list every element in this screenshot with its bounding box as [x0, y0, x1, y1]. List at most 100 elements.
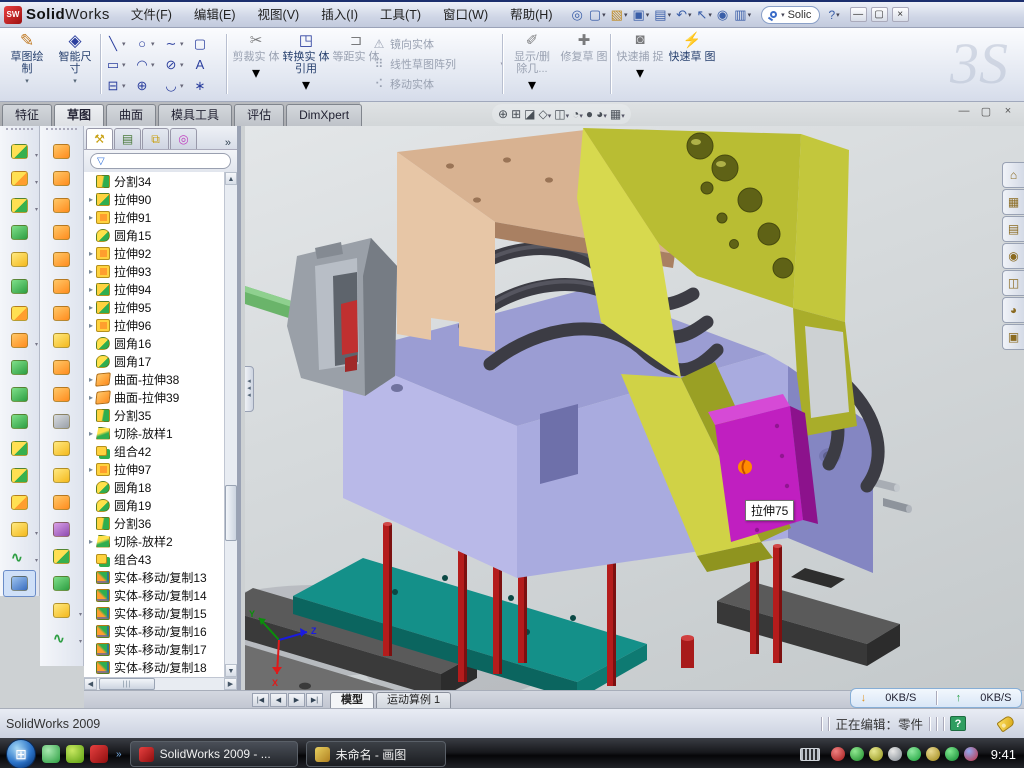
chevron-down-icon[interactable]: ▾ — [79, 611, 82, 618]
sketch-entity-button[interactable]: ⊟ ▾ — [104, 75, 133, 96]
expand-arrow-icon[interactable]: ▸ — [86, 303, 96, 312]
quick-tips-icon[interactable]: ? — [950, 716, 966, 731]
sketch-entity-button[interactable]: A — [191, 54, 220, 75]
tree-item[interactable]: 圆角15 — [84, 226, 237, 244]
surface-tool-button[interactable]: ▾ — [40, 624, 83, 651]
document-tab[interactable]: 运动算例 1 — [376, 692, 451, 708]
chevron-down-icon[interactable]: ▾ — [302, 75, 310, 95]
view-tool-button[interactable]: ◕▾ — [596, 105, 607, 123]
tree-item[interactable]: 分割35 — [84, 406, 237, 424]
health-shield-icon[interactable] — [945, 747, 959, 761]
chevron-down-icon[interactable]: ▾ — [73, 77, 77, 85]
doc-window-button[interactable]: — — [956, 105, 972, 118]
chevron-down-icon[interactable]: ▾ — [35, 152, 38, 159]
sketch-entity-button[interactable]: ╲ ▾ — [104, 33, 133, 54]
sketch-entity-button[interactable]: ∗ — [191, 75, 220, 96]
tree-item[interactable]: ▸ 曲面-拉伸39 — [84, 388, 237, 406]
task-pane-tab[interactable]: ◉ — [1002, 243, 1024, 269]
tree-item[interactable]: 圆角16 — [84, 334, 237, 352]
view-tool-button[interactable]: ◪ — [524, 105, 535, 123]
toolbar-button[interactable]: ▣ ▾ — [630, 5, 651, 25]
document-tab[interactable]: 模型 — [330, 692, 374, 708]
ribbon-tab[interactable]: 评估 — [234, 104, 284, 126]
tree-item[interactable]: ▸ 拉伸92 — [84, 244, 237, 262]
doc-window-button[interactable]: ▢ — [978, 105, 994, 118]
surface-tool-button[interactable] — [40, 219, 83, 246]
feature-tool-button[interactable] — [0, 246, 39, 273]
surface-tool-button[interactable] — [40, 462, 83, 489]
sketch-entity-button[interactable]: ◡ ▾ — [162, 75, 191, 96]
property-manager-tab[interactable]: ▤ — [114, 128, 141, 149]
chevron-down-icon[interactable]: ▾ — [35, 341, 38, 348]
chevron-down-icon[interactable]: ▾ — [624, 11, 628, 19]
expand-arrow-icon[interactable]: ▸ — [86, 285, 96, 294]
view-tool-button[interactable]: ⊞ — [511, 105, 521, 123]
tree-item[interactable]: 实体-移动/复制15 — [84, 604, 237, 622]
ribbon-tab[interactable]: 特征 — [2, 104, 52, 126]
expand-arrow-icon[interactable]: ▸ — [86, 195, 96, 204]
model-part-clamp-unit[interactable] — [287, 238, 397, 396]
tree-item[interactable]: 组合43 — [84, 550, 237, 568]
toolbar-button[interactable]: ▥ ▾ — [732, 5, 753, 25]
view-tool-button[interactable]: ▦▾ — [610, 105, 625, 123]
ribbon-tab[interactable]: 草图 — [54, 104, 104, 126]
surface-tool-button[interactable] — [40, 408, 83, 435]
feature-tool-button[interactable]: ▾ — [0, 192, 39, 219]
menu-item[interactable]: 工具(T) — [369, 2, 432, 28]
toolbar-grip[interactable] — [6, 128, 33, 136]
tree-item[interactable]: 圆角18 — [84, 478, 237, 496]
task-pane-tab[interactable]: ▦ — [1002, 189, 1024, 215]
surface-tool-button[interactable] — [40, 354, 83, 381]
chevron-down-icon[interactable]: ▾ — [836, 11, 840, 19]
task-pane-tab[interactable]: ◕ — [1002, 297, 1024, 323]
chevron-down-icon[interactable]: ▾ — [35, 557, 38, 564]
surface-tool-button[interactable] — [40, 138, 83, 165]
surface-tool-button[interactable] — [40, 435, 83, 462]
expand-arrow-icon[interactable]: ▸ — [86, 393, 96, 402]
sketch-entity-button[interactable]: ▢ — [191, 33, 220, 54]
toolbar-button[interactable]: ▢ ▾ — [587, 5, 608, 25]
view-tool-button[interactable]: ◇▾ — [538, 105, 551, 123]
surface-tool-button[interactable] — [40, 516, 83, 543]
messenger-status-icon[interactable] — [964, 747, 978, 761]
menu-item[interactable]: 窗口(W) — [432, 2, 499, 28]
surface-tool-button[interactable] — [40, 165, 83, 192]
chevron-down-icon[interactable]: ▾ — [79, 638, 82, 645]
scroll-down-arrow[interactable]: ▼ — [225, 664, 237, 677]
tab-nav-button[interactable]: |◀ — [252, 693, 269, 707]
feature-tool-button[interactable] — [0, 462, 39, 489]
surface-tool-button[interactable] — [40, 570, 83, 597]
tree-item[interactable]: ▸ 拉伸94 — [84, 280, 237, 298]
scroll-right-arrow[interactable]: ▶ — [224, 678, 237, 690]
menu-item[interactable]: 插入(I) — [310, 2, 369, 28]
tree-item[interactable]: ▸ 切除-放样2 — [84, 532, 237, 550]
chevron-down-icon[interactable]: ▾ — [646, 11, 650, 19]
toolbar-button[interactable]: ◉ — [715, 5, 731, 25]
scroll-up-arrow[interactable]: ▲ — [225, 172, 237, 185]
tree-item[interactable]: ▸ 拉伸90 — [84, 190, 237, 208]
chevron-down-icon[interactable]: ▾ — [781, 11, 785, 19]
tree-item[interactable]: 实体-移动/复制16 — [84, 622, 237, 640]
filter-input[interactable]: ▽ — [90, 153, 231, 169]
expand-arrow-icon[interactable]: ▸ — [86, 465, 96, 474]
tree-item[interactable]: 实体-移动/复制14 — [84, 586, 237, 604]
convert-entities-button[interactable]: ◳ 转换实 体引用 ▾ — [282, 31, 330, 97]
chevron-down-icon[interactable]: ▾ — [180, 61, 184, 69]
chevron-down-icon[interactable]: ▾ — [151, 61, 155, 69]
tab-nav-button[interactable]: ▶ — [288, 693, 305, 707]
feature-tool-button[interactable]: ▾ — [0, 543, 39, 570]
tree-item[interactable]: ▸ 曲面-拉伸38 — [84, 370, 237, 388]
expand-arrow-icon[interactable]: ▸ — [86, 267, 96, 276]
feature-tool-button[interactable]: ▾ — [0, 165, 39, 192]
tree-item[interactable]: ▸ 拉伸95 — [84, 298, 237, 316]
tree-item[interactable]: ▸ 拉伸96 — [84, 316, 237, 334]
task-pane-tab[interactable]: ◫ — [1002, 270, 1024, 296]
chevron-down-icon[interactable]: ▾ — [748, 11, 752, 19]
chevron-down-icon[interactable]: ▾ — [122, 61, 126, 69]
sketch-entity-button[interactable]: ⊕ — [133, 75, 162, 96]
window-button[interactable]: ▢ — [871, 7, 888, 22]
chevron-down-icon[interactable]: ▾ — [180, 40, 184, 48]
scroll-left-arrow[interactable]: ◀ — [84, 678, 97, 690]
scroll-thumb[interactable] — [225, 485, 237, 541]
expand-arrow-icon[interactable]: ▸ — [86, 429, 96, 438]
